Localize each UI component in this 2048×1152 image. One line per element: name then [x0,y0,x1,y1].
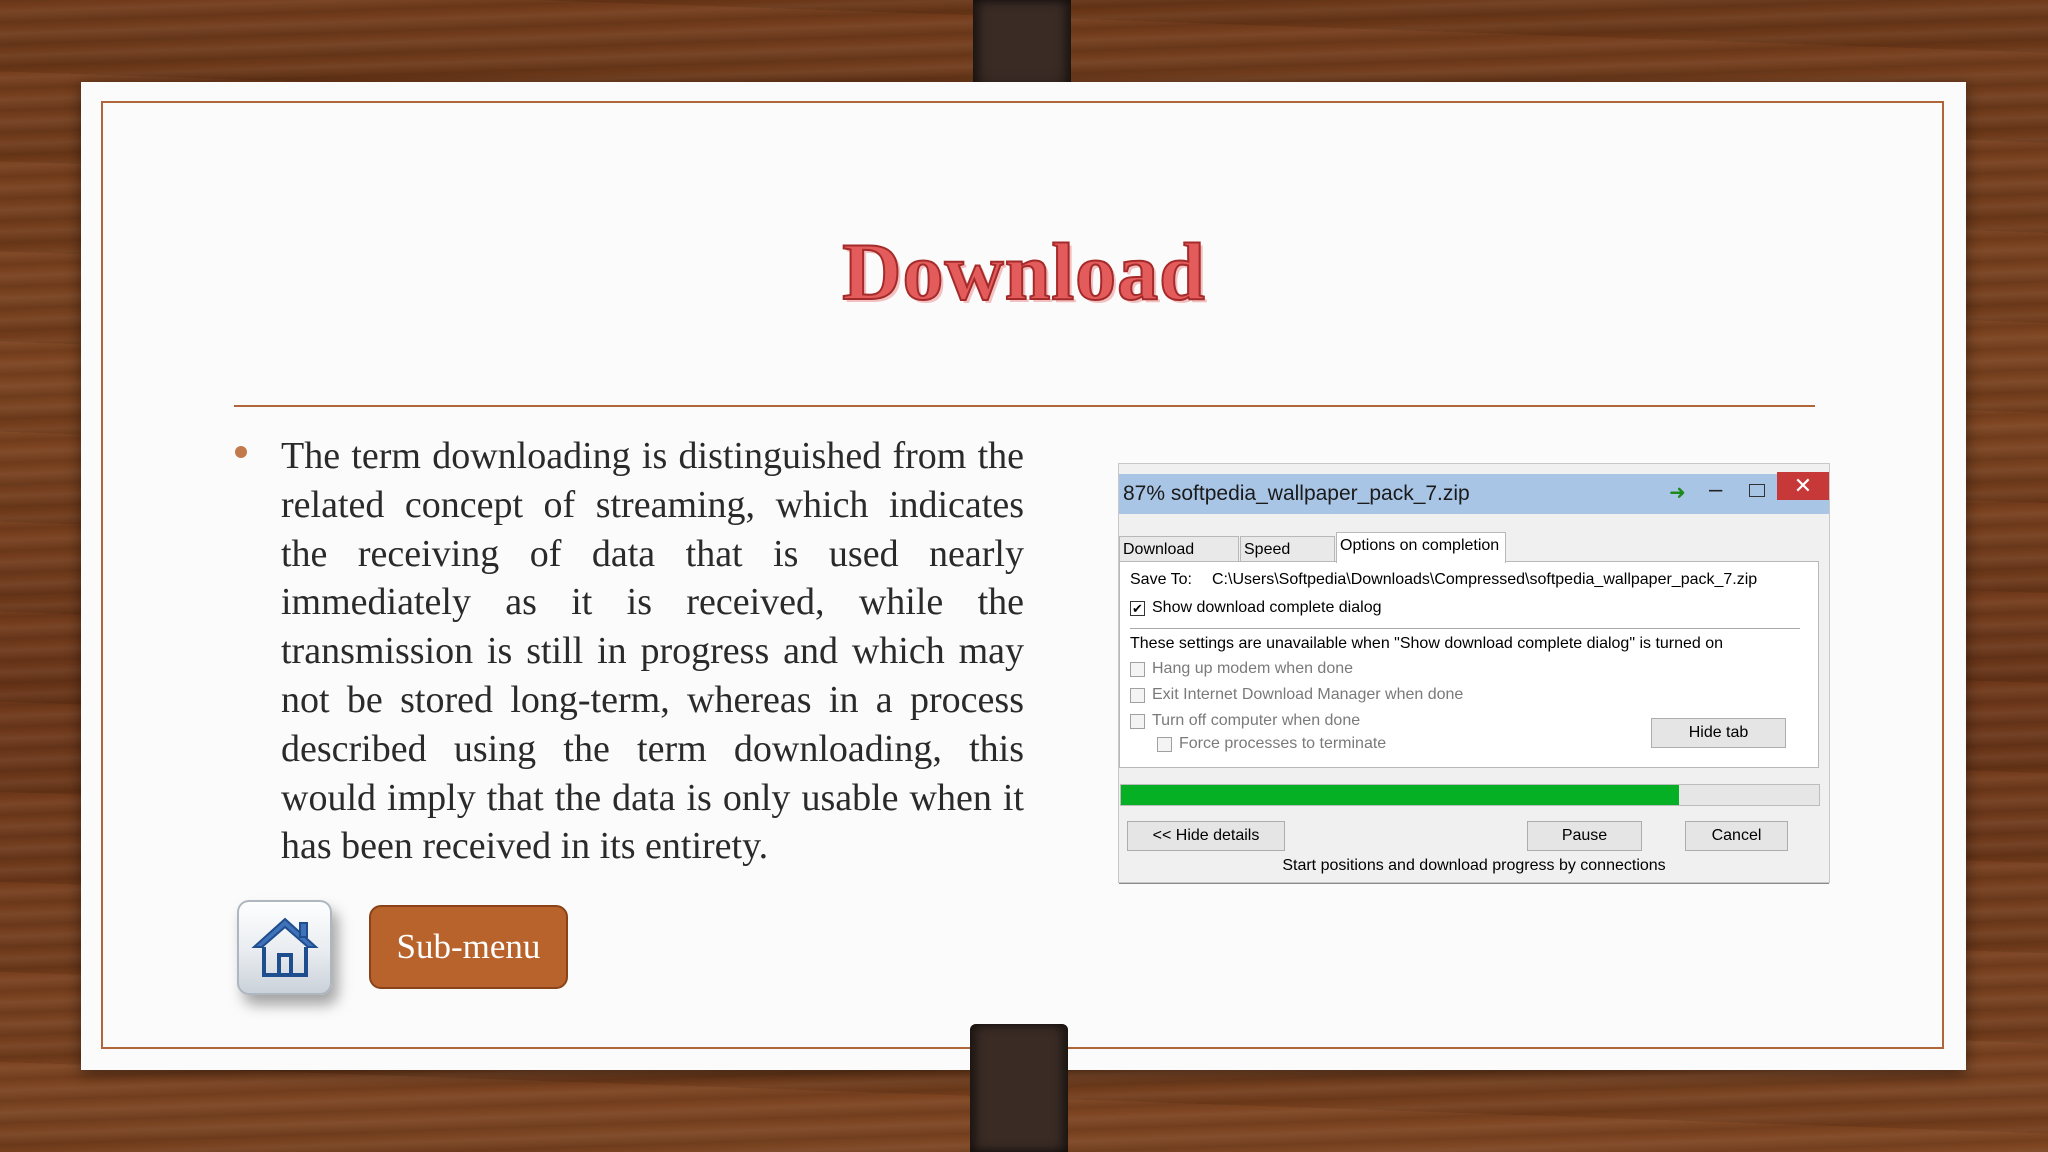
download-dialog: 87% softpedia_wallpaper_pack_7.zip ➜ – ✕… [1118,463,1830,884]
pause-button[interactable]: Pause [1527,821,1642,851]
slide-title: Download [841,225,1206,318]
dialog-title: 87% softpedia_wallpaper_pack_7.zip [1123,482,1470,505]
home-button[interactable] [237,900,332,995]
save-to-path: C:\Users\Softpedia\Downloads\Compressed\… [1212,571,1758,588]
cancel-button[interactable]: Cancel [1685,821,1788,851]
bullet-icon [235,446,247,458]
tab-download-status[interactable]: Download status [1119,536,1239,584]
bullet-text: The term downloading is distinguished fr… [281,435,1024,868]
force-terminate-label: Force processes to terminate [1179,735,1387,752]
home-icon [250,917,319,977]
panel-separator [1130,628,1800,629]
save-to-label: Save To: [1130,571,1192,588]
hide-details-button[interactable]: << Hide details [1127,821,1285,851]
dialog-bottom-rule [1119,883,1829,884]
exit-idm-checkbox[interactable] [1130,688,1145,703]
bottom-strap [970,1024,1068,1152]
hangup-label: Hang up modem when done [1152,660,1354,677]
submenu-button[interactable]: Sub-menu [369,905,568,989]
arrow-icon: ➜ [1669,482,1686,504]
show-dialog-label: Show download complete dialog [1152,599,1382,616]
hangup-checkbox[interactable] [1130,662,1145,677]
connections-status: Start positions and download progress by… [1282,857,1666,874]
show-dialog-checkbox[interactable]: ✔ [1130,601,1145,616]
tab-options-on-completion[interactable]: Options on completion [1336,532,1506,563]
tab-speed-limiter[interactable]: Speed Limiter [1240,536,1335,584]
progress-fill [1121,785,1680,805]
turn-off-checkbox[interactable] [1130,714,1145,729]
download-progress-bar [1120,784,1820,806]
close-button[interactable]: ✕ [1777,472,1829,500]
title-divider [234,405,1815,407]
minimize-button[interactable]: – [1709,476,1722,504]
settings-note: These settings are unavailable when "Sho… [1130,635,1724,652]
options-panel: Save To: C:\Users\Softpedia\Downloads\Co… [1119,561,1819,768]
maximize-button[interactable] [1749,484,1765,497]
hide-tab-button[interactable]: Hide tab [1651,718,1786,748]
force-terminate-checkbox[interactable] [1157,737,1172,752]
dialog-titlebar: 87% softpedia_wallpaper_pack_7.zip ➜ – ✕ [1119,472,1829,514]
exit-idm-label: Exit Internet Download Manager when done [1152,686,1464,703]
turn-off-label: Turn off computer when done [1152,712,1361,729]
